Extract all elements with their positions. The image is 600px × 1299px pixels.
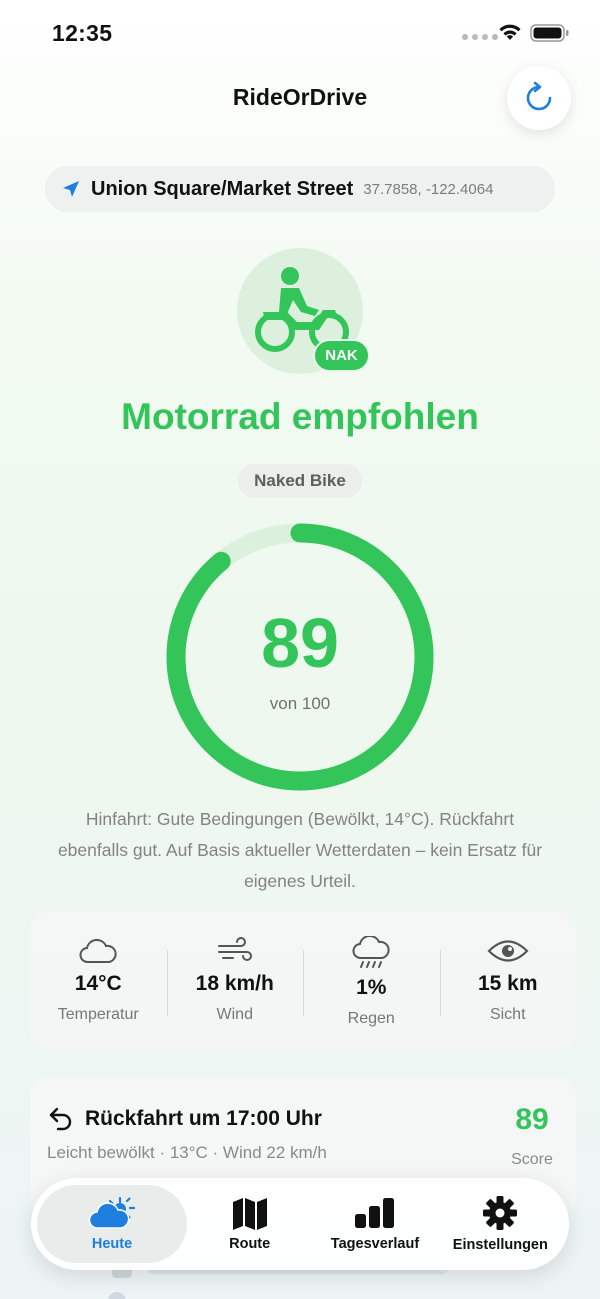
location-coords: 37.7858, -122.4064 <box>363 180 494 198</box>
metric-value: 18 km/h <box>195 972 274 995</box>
recommendation-summary: Hinfahrt: Gute Bedingungen (Bewölkt, 14°… <box>57 809 543 891</box>
metric-label: Temperatur <box>57 1006 139 1023</box>
battery-icon <box>530 24 569 42</box>
metric-rain: 1% Regen <box>303 912 440 1050</box>
wind-icon <box>217 937 252 961</box>
tab-bar: Heute Route Tagesverlauf Einstellungen <box>31 1178 569 1270</box>
recommendation-headline: Motorrad empfohlen <box>121 396 479 437</box>
location-pill[interactable]: Union Square/Market Street 37.7858, -122… <box>45 166 555 212</box>
gear-icon <box>483 1196 518 1230</box>
tab-heute[interactable]: Heute <box>37 1185 187 1263</box>
wifi-icon <box>499 24 521 40</box>
rain-cloud-icon <box>352 936 390 968</box>
bike-type-chip: Naked Bike <box>238 464 362 498</box>
score-value: 89 <box>261 604 339 682</box>
sun-cloud-icon <box>88 1196 136 1229</box>
location-name: Union Square/Market Street <box>91 177 354 200</box>
metric-temperature: 14°C Temperatur <box>30 912 167 1050</box>
tab-label: Heute <box>91 1236 133 1252</box>
tab-label: Einstellungen <box>452 1237 548 1253</box>
metric-wind: 18 km/h Wind <box>166 912 304 1050</box>
eye-icon <box>487 940 529 962</box>
signal-dots-icon <box>462 34 498 40</box>
return-trip-score-label: Score <box>511 1151 553 1168</box>
return-trip-title: Rückfahrt um 17:00 Uhr <box>85 1107 322 1130</box>
map-icon <box>232 1198 267 1230</box>
metric-value: 1% <box>356 976 387 999</box>
metric-visibility: 15 km Sicht <box>439 912 577 1050</box>
score-max-label: von 100 <box>269 694 331 713</box>
return-arrow-icon <box>49 1107 72 1131</box>
status-time: 12:35 <box>52 20 113 46</box>
metric-value: 15 km <box>477 972 538 995</box>
return-trip-score: 89 <box>515 1103 549 1136</box>
metric-label: Wind <box>216 1006 253 1023</box>
tab-label: Route <box>229 1236 271 1252</box>
cloud-icon <box>79 938 117 963</box>
tab-route[interactable]: Route <box>187 1185 312 1263</box>
status-bar: 12:35 <box>0 0 600 66</box>
return-trip-details: Leicht bewölkt · 13°C · Wind 22 km/h <box>47 1143 327 1162</box>
metric-label: Regen <box>347 1010 395 1027</box>
weather-metrics-card: 14°C Temperatur 18 km/h Wind 1% Regen 15… <box>30 912 576 1050</box>
refresh-icon <box>526 81 552 111</box>
tab-einstellungen[interactable]: Einstellungen <box>438 1185 563 1263</box>
tab-label: Tagesverlauf <box>330 1236 420 1252</box>
location-arrow-icon <box>63 181 79 197</box>
metric-label: Sicht <box>489 1006 526 1023</box>
bike-type-badge: NAK <box>313 339 370 372</box>
bar-chart-icon <box>354 1198 394 1228</box>
refresh-button[interactable] <box>507 66 571 130</box>
metric-value: 14°C <box>74 972 122 995</box>
tab-tagesverlauf[interactable]: Tagesverlauf <box>312 1185 437 1263</box>
